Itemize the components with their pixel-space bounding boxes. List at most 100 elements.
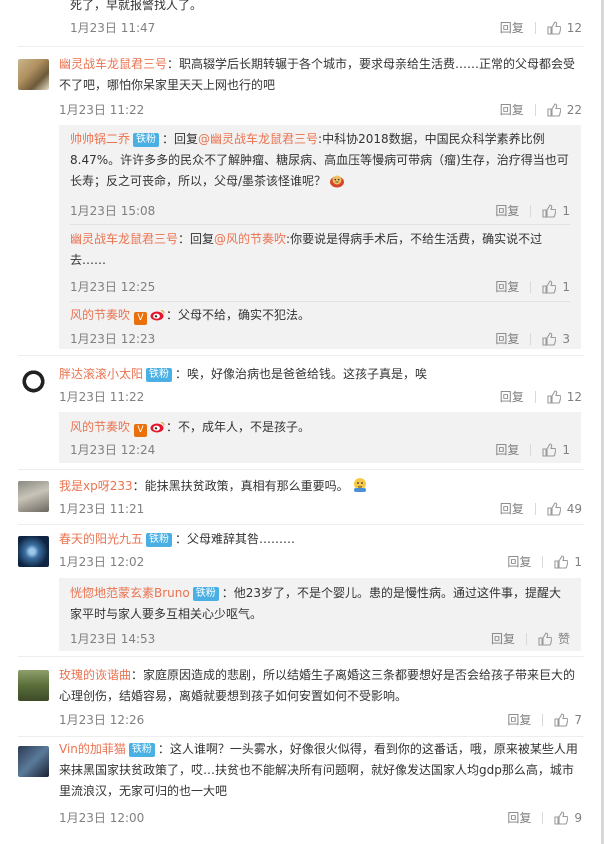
comment-username[interactable]: 幽灵战车龙鼠君三号 (59, 57, 167, 71)
reply-meta: 1月23日 12:23 回复 3 (70, 330, 570, 348)
comment-username[interactable]: 玫瑰的诙谐曲 (59, 668, 131, 682)
reply-button[interactable]: 回复 (500, 388, 524, 406)
avatar[interactable] (18, 369, 49, 400)
reply-username[interactable]: 恍惚地范蒙玄素Bruno (70, 586, 190, 600)
avatar[interactable] (18, 746, 49, 777)
v-badge-icon: V (134, 312, 148, 325)
comment-text: 胖达滚滚小太阳 铁粉 ：唉，好像治病也是爸爸给钱。这孩子真是，唉 (59, 367, 428, 382)
reply-meta: 1月23日 15:08 回复 1 (70, 202, 570, 220)
weibo-badge-icon (150, 419, 166, 433)
like-count: 7 (574, 713, 582, 727)
reply-time: 1月23日 12:24 (70, 443, 156, 457)
reply-item: 风的节奏吹 V ：父母不给，确实不犯法。 1月23日 12:23 回复 3 (70, 305, 570, 349)
avatar[interactable] (18, 59, 49, 90)
thumbs-up-icon (554, 811, 569, 825)
comment-item: 我是xp呀233：能抹黑扶贫政策，真相有那么重要吗。 1月23日 11:21 回… (0, 471, 600, 524)
reply-item: 恍惚地范蒙玄素Bruno 铁粉 ：他23岁了，不是个婴儿。患的是慢性病。通过这件事，… (70, 583, 570, 649)
angry-emoji-icon (328, 172, 346, 195)
reply-text: 幽灵战车龙鼠君三号：回复@风的节奏吹:你要说是得病手术后，不给生活费，确实说不过… (70, 232, 543, 267)
reply-button[interactable]: 回复 (500, 500, 524, 518)
like-button[interactable]: 7 (554, 711, 582, 729)
reply-username[interactable]: 帅帅锅二乔 (70, 132, 130, 146)
thumbs-up-icon (554, 713, 569, 727)
thumbs-up-icon (542, 204, 557, 218)
avatar[interactable] (18, 536, 49, 567)
like-button[interactable]: 3 (542, 330, 570, 348)
thumbs-up-icon (554, 555, 569, 569)
reply-button[interactable]: 回复 (495, 202, 519, 220)
comment-text: 玫瑰的诙谐曲：家庭原因造成的悲剧，所以结婚生子离婚这三条都要想好是否会给孩子带来… (59, 668, 576, 703)
comment-list: 死了，早就报警找人了。 1月23日 11:47 回复 12 幽灵战车龙鼠君三号：… (0, 0, 604, 844)
like-count: 1 (562, 443, 570, 457)
comment-time: 1月23日 12:02 (59, 555, 145, 569)
like-count: 赞 (557, 632, 570, 646)
comment-item: 胖达滚滚小太阳 铁粉 ：唉，好像治病也是爸爸给钱。这孩子真是，唉 1月23日 11:… (0, 357, 600, 467)
mention-link[interactable]: @风的节奏吹 (214, 232, 286, 246)
comment-text: 幽灵战车龙鼠君三号：职高辍学后长期转辗于各个城市，要求母亲给生活费……正常的父母… (59, 57, 576, 92)
reply-username[interactable]: 风的节奏吹 (70, 308, 130, 322)
reply-button[interactable]: 回复 (507, 711, 531, 729)
comment-item: 幽灵战车龙鼠君三号：职高辍学后长期转辗于各个城市，要求母亲给生活费……正常的父母… (0, 46, 600, 362)
like-count: 12 (566, 390, 582, 404)
like-button[interactable]: 9 (554, 809, 582, 827)
like-button[interactable]: 1 (542, 202, 570, 220)
reply-text: 风的节奏吹 V ：不，成年人，不是孩子。 (70, 419, 311, 437)
avatar[interactable] (18, 670, 49, 701)
reply-box: 风的节奏吹 V ：不，成年人，不是孩子。 1月23日 12:24 回复 1 (59, 412, 581, 463)
like-button[interactable]: 1 (542, 441, 570, 459)
mention-link[interactable]: @幽灵战车龙鼠君三号 (198, 132, 318, 146)
comment-meta: 1月23日 11:47 回复 12 (70, 19, 582, 37)
reply-button[interactable]: 回复 (491, 630, 515, 648)
fan-badge: 铁粉 (146, 533, 173, 547)
comment-username[interactable]: 胖达滚滚小太阳 (59, 367, 143, 381)
avatar[interactable] (18, 481, 49, 512)
reply-text: 恍惚地范蒙玄素Bruno 铁粉 ：他23岁了，不是个婴儿。患的是慢性病。通过这件事，… (70, 586, 562, 621)
reply-button[interactable]: 回复 (500, 19, 524, 37)
reply-button[interactable]: 回复 (495, 278, 519, 296)
reply-button[interactable]: 回复 (500, 101, 524, 119)
like-button[interactable]: 49 (547, 500, 582, 518)
comment-item: 死了，早就报警找人了。 1月23日 11:47 回复 12 (0, 0, 600, 44)
comment-time: 1月23日 11:47 (70, 21, 156, 35)
comment-meta: 1月23日 11:22 回复 12 (59, 388, 582, 406)
reply-item: 帅帅锅二乔 铁粉 ：回复@幽灵战车龙鼠君三号:中科协2018数据，中国民众科学素养比… (70, 129, 570, 219)
like-button[interactable]: 1 (542, 278, 570, 296)
reply-button[interactable]: 回复 (507, 553, 531, 571)
comment-item: 玫瑰的诙谐曲：家庭原因造成的悲剧，所以结婚生子离婚这三条都要想好是否会给孩子带来… (0, 658, 600, 736)
comment-username[interactable]: Vin的加菲猫 (59, 742, 126, 756)
fan-badge: 铁粉 (192, 587, 219, 601)
comment-item: 春天的阳光九五 铁粉 ：父母难辞其咎……… 1月23日 12:02 回复 1 恍惚地… (0, 526, 600, 656)
like-button[interactable]: 22 (547, 101, 582, 119)
comment-meta: 1月23日 11:21 回复 49 (59, 500, 582, 518)
reply-time: 1月23日 14:53 (70, 632, 156, 646)
comment-text: 我是xp呀233：能抹黑扶贫政策，真相有那么重要吗。 (59, 476, 582, 500)
reply-username[interactable]: 风的节奏吹 (70, 420, 130, 434)
comment-meta: 1月23日 12:26 回复 7 (59, 711, 582, 729)
thumbs-up-icon (538, 632, 552, 646)
comment-username[interactable]: 春天的阳光九五 (59, 532, 143, 546)
comment-time: 1月23日 12:00 (59, 811, 145, 825)
comment-username[interactable]: 我是xp呀233 (59, 479, 133, 493)
like-button[interactable]: 赞 (538, 630, 570, 648)
reply-username[interactable]: 幽灵战车龙鼠君三号 (70, 232, 178, 246)
reply-button[interactable]: 回复 (495, 441, 519, 459)
thumbs-up-icon (547, 21, 561, 35)
thumbs-up-icon (547, 390, 561, 404)
weibo-badge-icon (150, 307, 166, 321)
comment-text: 春天的阳光九五 铁粉 ：父母难辞其咎……… (59, 532, 296, 547)
reply-text: 风的节奏吹 V ：父母不给，确实不犯法。 (70, 307, 311, 325)
like-button[interactable]: 1 (554, 553, 582, 571)
comment-time: 1月23日 12:26 (59, 713, 145, 727)
reply-button[interactable]: 回复 (507, 809, 531, 827)
thumbs-up-icon (547, 103, 561, 117)
fan-badge: 铁粉 (146, 368, 173, 382)
like-count: 1 (574, 555, 582, 569)
like-button[interactable]: 12 (547, 388, 582, 406)
comment-text: Vin的加菲猫 铁粉 ：这人谁啊？一头雾水，好像很火似得，看到你的这番话，哦，原来被… (59, 742, 578, 798)
reply-button[interactable]: 回复 (495, 330, 519, 348)
like-count: 1 (562, 280, 570, 294)
like-button[interactable]: 12 (547, 19, 582, 37)
like-count: 9 (574, 811, 582, 825)
comment-item: Vin的加菲猫 铁粉 ：这人谁啊？一头雾水，好像很火似得，看到你的这番话，哦，原来被… (0, 738, 600, 844)
thumbs-up-icon (542, 332, 557, 346)
